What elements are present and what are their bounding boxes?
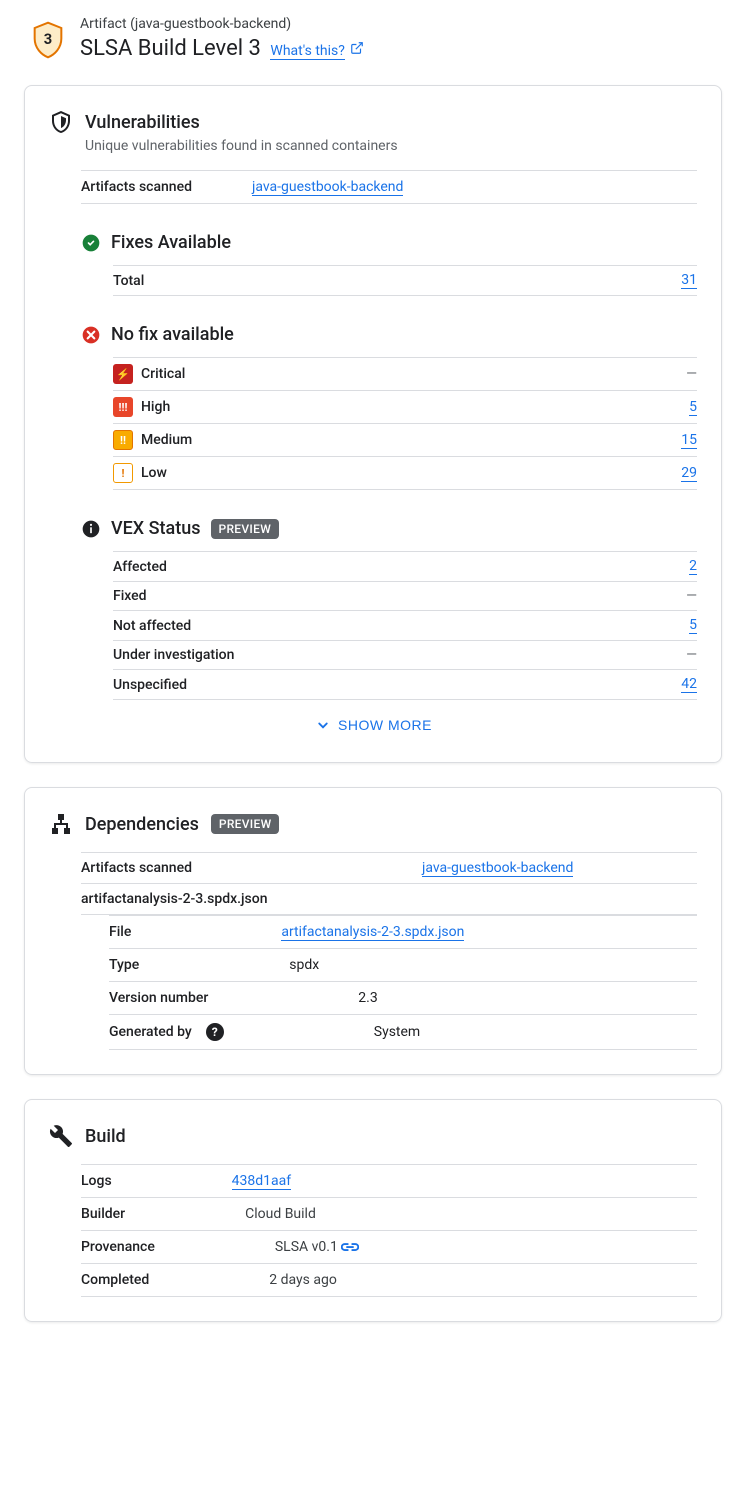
deps-row: Type spdx — [109, 948, 697, 981]
deps-label: Type — [109, 957, 139, 973]
dependencies-title: Dependencies — [85, 814, 199, 835]
severity-row-low: ! Low 29 — [113, 456, 697, 490]
vex-row: Not affected 5 — [113, 610, 697, 640]
build-logs-link[interactable]: 438d1aaf — [232, 1173, 291, 1190]
help-icon[interactable]: ? — [206, 1023, 224, 1041]
vex-label: Under investigation — [113, 647, 234, 663]
deps-artifacts-scanned-link[interactable]: java-guestbook-backend — [422, 860, 573, 877]
build-value: 2 days ago — [269, 1272, 337, 1288]
breadcrumb: Artifact (java-guestbook-backend) — [80, 16, 364, 32]
page-header: 3 Artifact (java-guestbook-backend) SLSA… — [24, 16, 722, 61]
severity-label: High — [141, 399, 170, 415]
deps-row: Generated by? System — [109, 1014, 697, 1050]
vex-value: — — [686, 588, 697, 604]
deps-file-link[interactable]: artifactanalysis-2-3.spdx.json — [281, 924, 464, 941]
vex-label: Affected — [113, 559, 167, 575]
check-circle-icon — [81, 233, 101, 253]
severity-row-high: !!! High 5 — [113, 390, 697, 423]
vex-status-title: VEX Status — [111, 518, 201, 539]
deps-label: Generated by — [109, 1024, 192, 1040]
whats-this-link[interactable]: What's this? — [270, 43, 344, 60]
build-label: Builder — [81, 1206, 125, 1222]
fixes-available-title: Fixes Available — [111, 232, 231, 253]
deps-artifacts-scanned-label: Artifacts scanned — [81, 860, 192, 876]
build-row: Logs 438d1aaf — [81, 1164, 697, 1197]
build-row: Builder Cloud Build — [81, 1197, 697, 1230]
shield-security-icon — [49, 110, 73, 134]
vulnerabilities-title: Vulnerabilities — [85, 112, 200, 133]
severity-critical-icon: ⚡ — [113, 364, 133, 384]
build-label: Logs — [81, 1173, 112, 1189]
severity-label: Medium — [141, 432, 192, 448]
severity-value-link[interactable]: 15 — [681, 432, 697, 449]
deps-label: Version number — [109, 990, 208, 1006]
deps-value: System — [374, 1024, 420, 1040]
severity-label: Low — [141, 465, 167, 481]
deps-value: 2.3 — [358, 990, 377, 1006]
severity-medium-icon: !! — [113, 430, 133, 450]
build-value: Cloud Build — [245, 1206, 316, 1222]
artifacts-scanned-label: Artifacts scanned — [81, 179, 192, 195]
deps-label: File — [109, 924, 131, 940]
vex-label: Not affected — [113, 618, 191, 634]
preview-badge: PREVIEW — [211, 814, 280, 834]
build-row: Completed 2 days ago — [81, 1263, 697, 1297]
fixes-total-label: Total — [113, 273, 144, 289]
preview-badge: PREVIEW — [211, 519, 280, 539]
vex-value-link[interactable]: 5 — [689, 617, 697, 634]
build-card: Build Logs 438d1aaf Builder Cloud Build Prov… — [24, 1099, 722, 1322]
deps-filename: artifactanalysis-2-3.spdx.json — [81, 891, 267, 907]
vex-row: Unspecified 42 — [113, 669, 697, 700]
vex-row: Affected 2 — [113, 551, 697, 581]
severity-value-link[interactable]: 29 — [681, 465, 697, 482]
vex-row: Under investigation — — [113, 640, 697, 669]
info-circle-icon — [81, 519, 101, 539]
build-value: SLSA v0.1 — [275, 1239, 338, 1255]
slsa-shield-icon: 3 — [32, 20, 64, 60]
severity-low-icon: ! — [113, 463, 133, 483]
vex-value: — — [686, 647, 697, 663]
build-label: Provenance — [81, 1239, 155, 1255]
artifacts-scanned-link[interactable]: java-guestbook-backend — [252, 179, 403, 196]
build-title: Build — [85, 1126, 126, 1147]
deps-value: spdx — [289, 957, 319, 973]
vex-value-link[interactable]: 2 — [689, 558, 697, 575]
build-label: Completed — [81, 1272, 149, 1288]
vulnerabilities-card: Vulnerabilities Unique vulnerabilities f… — [24, 85, 722, 763]
fixes-total-value[interactable]: 31 — [681, 272, 697, 289]
vex-row: Fixed — — [113, 581, 697, 610]
severity-high-icon: !!! — [113, 397, 133, 417]
dependencies-card: Dependencies PREVIEW Artifacts scanned j… — [24, 787, 722, 1075]
vex-value-link[interactable]: 42 — [681, 676, 697, 693]
severity-row-critical: ⚡ Critical — — [113, 357, 697, 390]
vex-label: Unspecified — [113, 677, 187, 693]
page-title: SLSA Build Level 3 — [80, 36, 261, 61]
dependencies-tree-icon — [49, 812, 73, 836]
wrench-icon — [49, 1124, 73, 1148]
svg-text:3: 3 — [44, 30, 52, 48]
deps-row: Version number 2.3 — [109, 981, 697, 1014]
external-link-icon — [347, 43, 364, 59]
severity-row-medium: !! Medium 15 — [113, 423, 697, 456]
no-fix-title: No fix available — [111, 324, 234, 345]
vex-label: Fixed — [113, 588, 147, 604]
build-row: Provenance SLSA v0.1 — [81, 1230, 697, 1263]
chevron-down-icon — [314, 716, 332, 734]
severity-value: — — [686, 366, 697, 382]
severity-label: Critical — [141, 366, 185, 382]
show-more-button[interactable]: SHOW MORE — [314, 716, 432, 734]
severity-value-link[interactable]: 5 — [689, 399, 697, 416]
vulnerabilities-subtitle: Unique vulnerabilities found in scanned … — [85, 138, 697, 154]
error-circle-icon — [81, 325, 101, 345]
deps-row: File artifactanalysis-2-3.spdx.json — [109, 915, 697, 948]
provenance-link-icon[interactable] — [341, 1239, 359, 1255]
